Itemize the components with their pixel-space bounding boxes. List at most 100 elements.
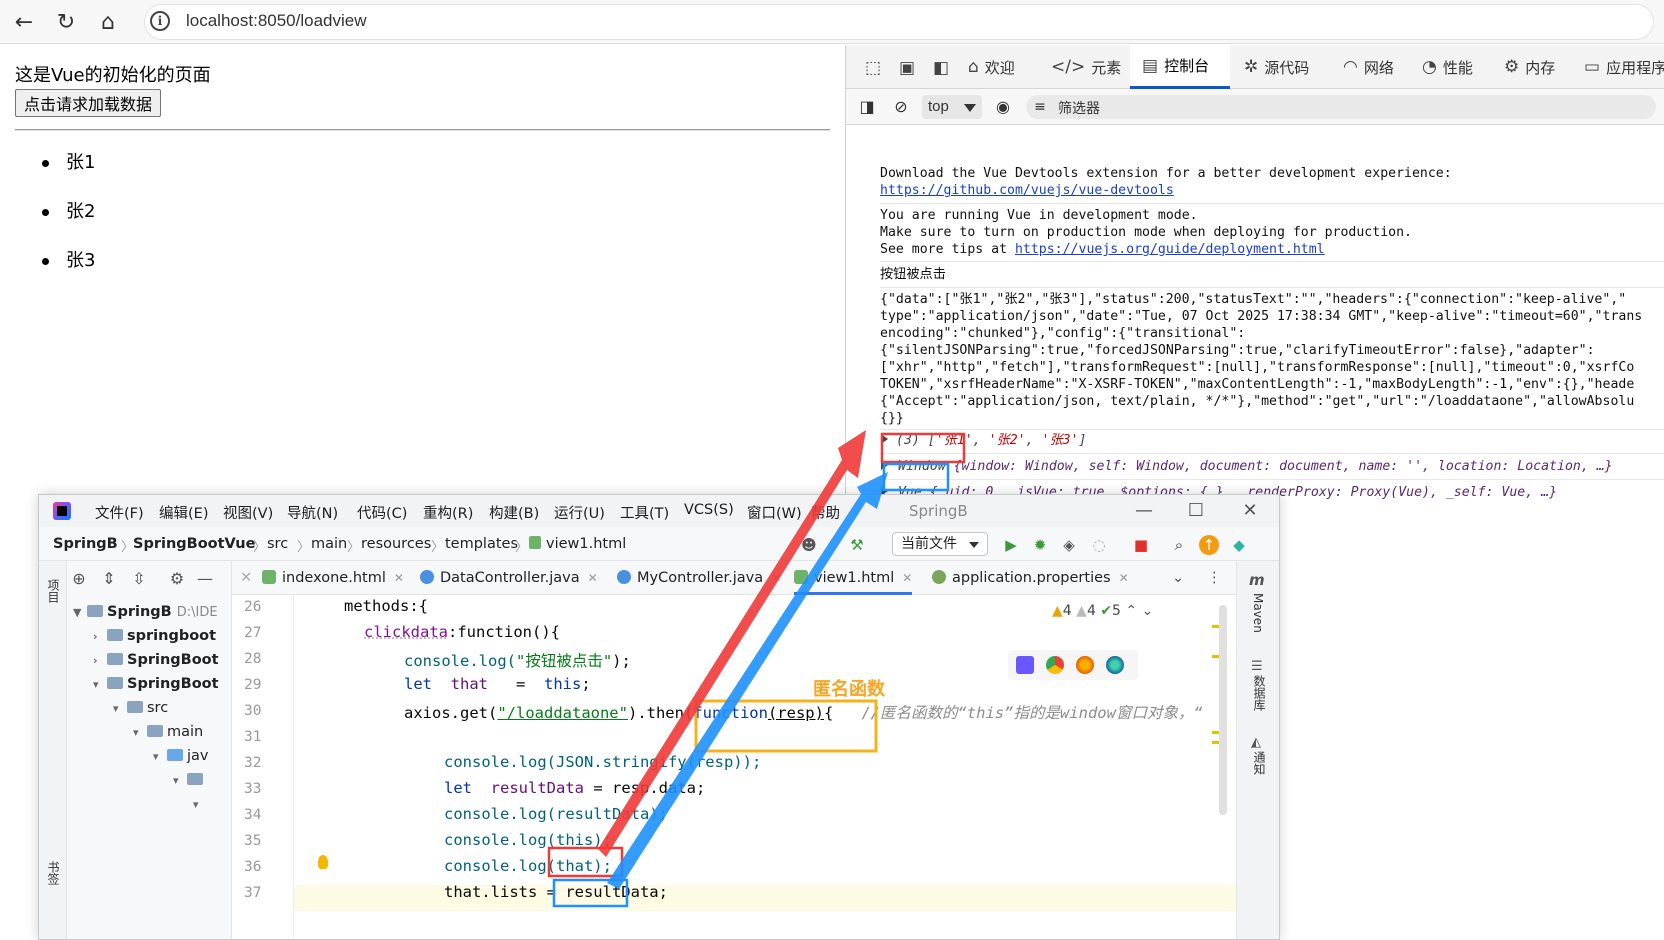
firefox-icon[interactable]: [1076, 656, 1094, 674]
hammer-icon[interactable]: ⚒: [847, 535, 867, 555]
tree-item[interactable]: ▾ src: [113, 697, 168, 719]
breadcrumb-item[interactable]: view1.html: [529, 536, 626, 552]
run-config-select[interactable]: 当前文件: [892, 532, 988, 556]
collapse-all-icon[interactable]: ⇳: [129, 569, 149, 589]
filter-input[interactable]: [1026, 95, 1656, 119]
debug-icon[interactable]: ✹: [1030, 535, 1050, 555]
inspection-widget[interactable]: ▲4 ▲4 ✔5 ⌃ ⌄: [1052, 603, 1153, 619]
chevron-up-icon[interactable]: ⌃: [1125, 603, 1137, 619]
minimize-icon[interactable]: —: [1129, 499, 1159, 523]
breadcrumb-item[interactable]: SpringB: [53, 536, 118, 552]
load-data-button[interactable]: 点击请求加载数据: [15, 89, 162, 117]
breadcrumb-item[interactable]: SpringBootVue: [133, 536, 255, 552]
tree-item[interactable]: ▼ SpringB D:\IDE: [73, 601, 218, 623]
menu-window[interactable]: 窗口(W): [747, 502, 802, 523]
profiler-icon[interactable]: ◌: [1089, 535, 1109, 555]
close-icon[interactable]: ✕: [588, 571, 598, 585]
close-icon[interactable]: ✕: [771, 571, 781, 585]
sidebar-toggle-icon[interactable]: ◨: [856, 96, 878, 118]
menu-vcs[interactable]: VCS(S): [684, 502, 734, 518]
tab-application[interactable]: ▭ 应用程序: [1584, 45, 1664, 89]
ai-assistant-icon[interactable]: ◆: [1229, 535, 1249, 555]
database-tool-label[interactable]: 数据库: [1251, 675, 1268, 711]
console-window-object[interactable]: Window {window: Window, self: Window, do…: [898, 458, 1613, 475]
gear-icon[interactable]: ⚙: [167, 569, 187, 589]
reload-icon[interactable]: ↻: [52, 8, 80, 36]
close-icon[interactable]: ✕: [1235, 499, 1265, 523]
address-url[interactable]: localhost:8050/loadview: [186, 11, 367, 31]
code-editor[interactable]: 26 27 28 29 30 31 32 33 34 35 36 37 meth…: [232, 595, 1236, 939]
tab-network[interactable]: ◠ 网络: [1343, 45, 1421, 89]
inspect-icon[interactable]: ⬚: [862, 57, 884, 79]
breadcrumb-item[interactable]: templates: [445, 536, 518, 552]
chrome-icon[interactable]: [1046, 656, 1064, 674]
dock-icon[interactable]: ◧: [930, 57, 952, 79]
close-icon[interactable]: ✕: [1119, 571, 1129, 585]
eye-icon[interactable]: ◉: [992, 96, 1014, 118]
tree-item[interactable]: ▾ jav: [153, 745, 209, 767]
back-arrow-icon[interactable]: ←: [10, 8, 38, 36]
close-icon[interactable]: ✕: [902, 571, 912, 585]
console-array[interactable]: (3) ['张1', '张2', '张3']: [896, 432, 1086, 449]
menu-navigate[interactable]: 导航(N): [287, 502, 338, 523]
breadcrumb-item[interactable]: src: [267, 536, 288, 552]
tab-close-icon[interactable]: ✕: [240, 561, 252, 595]
expand-arrow-icon[interactable]: [881, 434, 888, 444]
more-icon[interactable]: ⋮: [1207, 561, 1222, 595]
context-select[interactable]: top: [922, 95, 982, 119]
bookmarks-tool-label[interactable]: 书签: [45, 861, 62, 885]
update-icon[interactable]: ↑: [1199, 535, 1219, 555]
menu-tools[interactable]: 工具(T): [620, 502, 669, 523]
tree-item[interactable]: › springboot: [93, 625, 216, 647]
tree-item[interactable]: › SpringBoot: [93, 649, 219, 671]
expand-all-icon[interactable]: ⇕: [99, 569, 119, 589]
lightbulb-icon[interactable]: [318, 855, 328, 869]
project-tool-label[interactable]: 项目: [45, 579, 62, 603]
locate-icon[interactable]: ⊕: [69, 569, 89, 589]
chevron-down-icon[interactable]: ⌄: [1172, 561, 1184, 595]
clear-console-icon[interactable]: ⊘: [890, 96, 912, 118]
console-link[interactable]: https://github.com/vuejs/vue-devtools: [880, 182, 1174, 199]
edge-icon[interactable]: [1106, 656, 1124, 674]
menu-help[interactable]: 帮助: [811, 502, 840, 523]
menu-file[interactable]: 文件(F): [95, 502, 144, 523]
search-icon[interactable]: ⌕: [1169, 535, 1189, 555]
device-toggle-icon[interactable]: ▣: [896, 57, 918, 79]
tab-performance[interactable]: ◔ 性能: [1422, 45, 1502, 89]
tab-memory[interactable]: ⚙ 内存: [1504, 45, 1584, 89]
maven-icon[interactable]: m: [1249, 571, 1265, 589]
hide-icon[interactable]: —: [195, 569, 215, 589]
file-tab-active[interactable]: view1.html ✕: [794, 561, 913, 595]
tab-elements[interactable]: </> 元素: [1051, 45, 1131, 89]
tab-console[interactable]: ▤ 控制台: [1130, 45, 1230, 89]
site-info-icon[interactable]: i: [150, 11, 170, 31]
tree-item[interactable]: ▾ main: [133, 721, 203, 743]
breadcrumb-item[interactable]: resources: [361, 536, 431, 552]
file-tab[interactable]: MyController.java ✕: [617, 561, 781, 595]
menu-build[interactable]: 构建(B): [489, 502, 539, 523]
editor-scrollbar[interactable]: [1219, 605, 1227, 815]
bell-icon[interactable]: ◭: [1251, 735, 1261, 750]
menu-edit[interactable]: 编辑(E): [159, 502, 208, 523]
file-tab[interactable]: application.properties ✕: [932, 561, 1129, 595]
notifications-tool-label[interactable]: 通知: [1251, 751, 1268, 775]
home-icon[interactable]: ⌂: [94, 8, 122, 36]
maven-tool-label[interactable]: Maven: [1251, 593, 1265, 633]
user-icon[interactable]: ☻: [799, 535, 819, 555]
file-tab[interactable]: indexone.html ✕: [262, 561, 404, 595]
coverage-icon[interactable]: ◈: [1059, 535, 1079, 555]
expand-arrow-icon[interactable]: [881, 460, 888, 470]
maximize-icon[interactable]: ☐: [1181, 499, 1211, 523]
tab-welcome[interactable]: ⌂ 欢迎: [968, 45, 1048, 89]
menu-refactor[interactable]: 重构(R): [423, 502, 473, 523]
file-tab[interactable]: DataController.java ✕: [420, 561, 598, 595]
console-link[interactable]: https://vuejs.org/guide/deployment.html: [1015, 242, 1325, 257]
breadcrumb-item[interactable]: main: [311, 536, 347, 552]
tree-item[interactable]: ▾: [193, 793, 207, 815]
tree-item[interactable]: ▾: [173, 769, 207, 791]
run-icon[interactable]: ▶: [1001, 535, 1021, 555]
chevron-down-icon[interactable]: ⌄: [1142, 603, 1154, 619]
menu-run[interactable]: 运行(U): [554, 502, 605, 523]
intellij-browser-icon[interactable]: [1016, 656, 1034, 674]
menu-view[interactable]: 视图(V): [223, 502, 273, 523]
